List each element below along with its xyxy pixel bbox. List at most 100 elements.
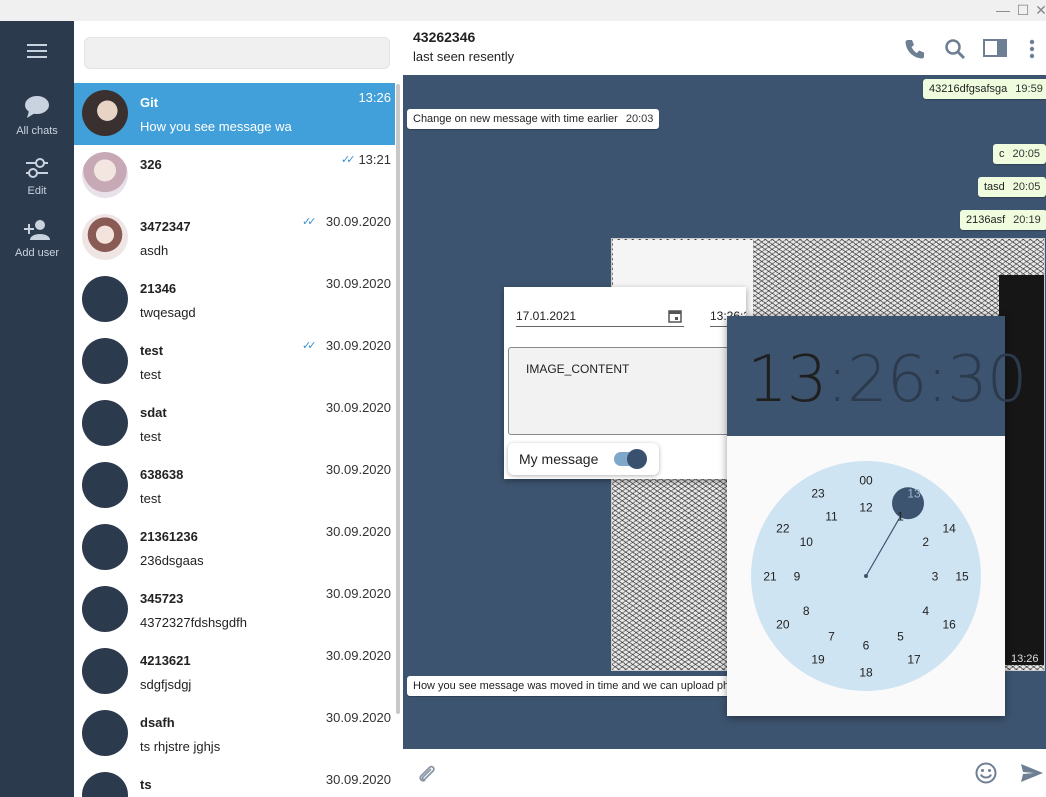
rail-edit[interactable]: Edit xyxy=(0,157,74,197)
message-bubble[interactable]: Change on new message with time earlier 2… xyxy=(407,109,660,129)
chat-list-item[interactable]: sdat test 30.09.2020 xyxy=(74,393,395,455)
clock-hour-22[interactable]: 22 xyxy=(776,522,790,536)
clock-hour-17[interactable]: 17 xyxy=(907,653,921,667)
clock-hour-18[interactable]: 18 xyxy=(859,666,873,680)
close-button[interactable]: ✕ xyxy=(1032,2,1046,19)
sidebar-toggle-icon[interactable] xyxy=(983,38,1007,58)
hours-display[interactable]: 13 xyxy=(747,343,827,417)
chat-list-item[interactable]: Git How you see message was moved 13:26 xyxy=(74,83,395,145)
chat-time: 30.09.2020 xyxy=(325,462,391,477)
chat-list-item[interactable]: 326 13:21 ✓✓ xyxy=(74,145,395,207)
rail-add-user-label: Add user xyxy=(14,247,60,259)
chat-name: ts xyxy=(140,777,152,792)
clock-hour-4[interactable]: 4 xyxy=(922,604,929,618)
clock-center xyxy=(864,574,868,578)
avatar xyxy=(82,462,128,508)
photo-time: 13:26 xyxy=(1011,653,1039,665)
window-titlebar: — ☐ ✕ xyxy=(0,0,1046,21)
maximize-button[interactable]: ☐ xyxy=(1014,2,1032,19)
clock-hour-2[interactable]: 2 xyxy=(922,535,929,549)
calendar-icon[interactable] xyxy=(668,309,682,323)
clock-hour-7[interactable]: 7 xyxy=(828,629,835,643)
chat-list-item[interactable]: 21346 twqesagd 30.09.2020 xyxy=(74,269,395,331)
clock-hour-12[interactable]: 12 xyxy=(859,501,873,515)
phone-icon[interactable] xyxy=(904,38,926,60)
chat-preview: 236dsgaas xyxy=(140,553,204,568)
clock-hour-15[interactable]: 15 xyxy=(955,570,969,584)
message-bubble[interactable]: tasd 20:05 xyxy=(978,177,1046,197)
chat-time: 13:26 xyxy=(358,90,391,105)
message-bubble[interactable]: c 20:05 xyxy=(993,144,1046,164)
more-options-icon[interactable] xyxy=(1029,38,1035,60)
message-bubble[interactable]: 43216dfgsafsga 19:59 xyxy=(923,79,1046,99)
photo-shadow xyxy=(999,275,1044,665)
clock-hour-00[interactable]: 00 xyxy=(859,474,873,488)
clock-hour-16[interactable]: 16 xyxy=(942,618,956,632)
clock-hour-23[interactable]: 23 xyxy=(811,486,825,500)
chat-name: 21346 xyxy=(140,281,177,296)
rail-all-chats[interactable]: All chats xyxy=(0,95,74,137)
minimize-button[interactable]: — xyxy=(994,2,1012,19)
emoji-icon[interactable] xyxy=(975,762,997,784)
clock-hour-6[interactable]: 6 xyxy=(863,639,870,653)
left-rail: All chats Edit Add user xyxy=(0,21,74,797)
rail-edit-label: Edit xyxy=(27,185,47,197)
clock-hour-21[interactable]: 21 xyxy=(763,570,777,584)
send-icon[interactable] xyxy=(1020,763,1044,783)
time-picker-header: 13:26:30 xyxy=(727,316,1027,436)
clock-hour-1[interactable]: 1 xyxy=(897,510,904,524)
chat-list-item[interactable]: dsafh ts rhjstre jghjs 30.09.2020 xyxy=(74,703,395,765)
clock-hour-10[interactable]: 10 xyxy=(800,535,814,549)
message-bubble[interactable]: 2136asf 20:19 xyxy=(960,210,1046,230)
chat-time: 30.09.2020 xyxy=(325,586,391,601)
chat-name: 21361236 xyxy=(140,529,198,544)
clock-hour-5[interactable]: 5 xyxy=(897,629,904,643)
search-icon[interactable] xyxy=(944,38,966,60)
clock-hour-8[interactable]: 8 xyxy=(803,604,810,618)
chat-name: test xyxy=(140,343,164,358)
chat-list-item[interactable]: ts 30.09.2020 xyxy=(74,765,395,797)
clock-hour-19[interactable]: 19 xyxy=(811,653,825,667)
chat-preview: sdgfjsdgj xyxy=(140,677,192,692)
seconds-display[interactable]: 30 xyxy=(947,343,1027,417)
chat-time: 30.09.2020 xyxy=(325,772,391,787)
chat-preview: asdh xyxy=(140,243,169,258)
content-textarea[interactable]: IMAGE_CONTENT xyxy=(508,347,742,435)
clock-hour-9[interactable]: 9 xyxy=(794,570,801,584)
chat-list-scrollbar[interactable] xyxy=(396,84,400,714)
chat-list-item[interactable]: test test 30.09.2020 ✓✓ xyxy=(74,331,395,393)
chat-list-item[interactable]: 345723 4372327fdshsgdfh 30.09.2020 xyxy=(74,579,395,641)
avatar xyxy=(82,90,128,136)
avatar xyxy=(82,214,128,260)
chat-preview: ts rhjstre jghjs xyxy=(140,739,221,754)
avatar xyxy=(82,772,128,797)
chat-list-item[interactable]: 3472347 asdh 30.09.2020 ✓✓ xyxy=(74,207,395,269)
search-input[interactable] xyxy=(84,37,390,69)
clock-hour-3[interactable]: 3 xyxy=(932,570,939,584)
minutes-display[interactable]: 26 xyxy=(847,343,927,417)
attach-icon[interactable] xyxy=(417,764,437,784)
menu-button[interactable] xyxy=(0,43,74,65)
clock-face[interactable]: 001314151617181920212223121234567891011 xyxy=(751,461,981,691)
avatar xyxy=(82,400,128,446)
chat-status: last seen resently xyxy=(413,49,515,64)
avatar xyxy=(82,152,128,198)
toggle-knob[interactable] xyxy=(627,449,647,469)
chat-time: 30.09.2020 xyxy=(325,648,391,663)
clock-hour-13[interactable]: 13 xyxy=(907,486,921,500)
chat-name: 4213621 xyxy=(140,653,191,668)
rail-add-user[interactable]: Add user xyxy=(0,219,74,259)
avatar xyxy=(82,524,128,570)
sliders-icon xyxy=(26,158,48,178)
clock-hour-14[interactable]: 14 xyxy=(942,522,956,536)
date-field[interactable]: 17.01.2021 xyxy=(516,307,684,327)
clock-hour-11[interactable]: 11 xyxy=(825,510,838,524)
message-bubble[interactable]: How you see message was moved in time an… xyxy=(407,676,737,696)
add-user-icon xyxy=(24,220,50,240)
chat-name: Git xyxy=(140,95,159,110)
chat-list-item[interactable]: 21361236 236dsgaas 30.09.2020 xyxy=(74,517,395,579)
chat-list-item[interactable]: 638638 test 30.09.2020 xyxy=(74,455,395,517)
avatar xyxy=(82,338,128,384)
chat-list-item[interactable]: 4213621 sdgfjsdgj 30.09.2020 xyxy=(74,641,395,703)
clock-hour-20[interactable]: 20 xyxy=(776,618,790,632)
